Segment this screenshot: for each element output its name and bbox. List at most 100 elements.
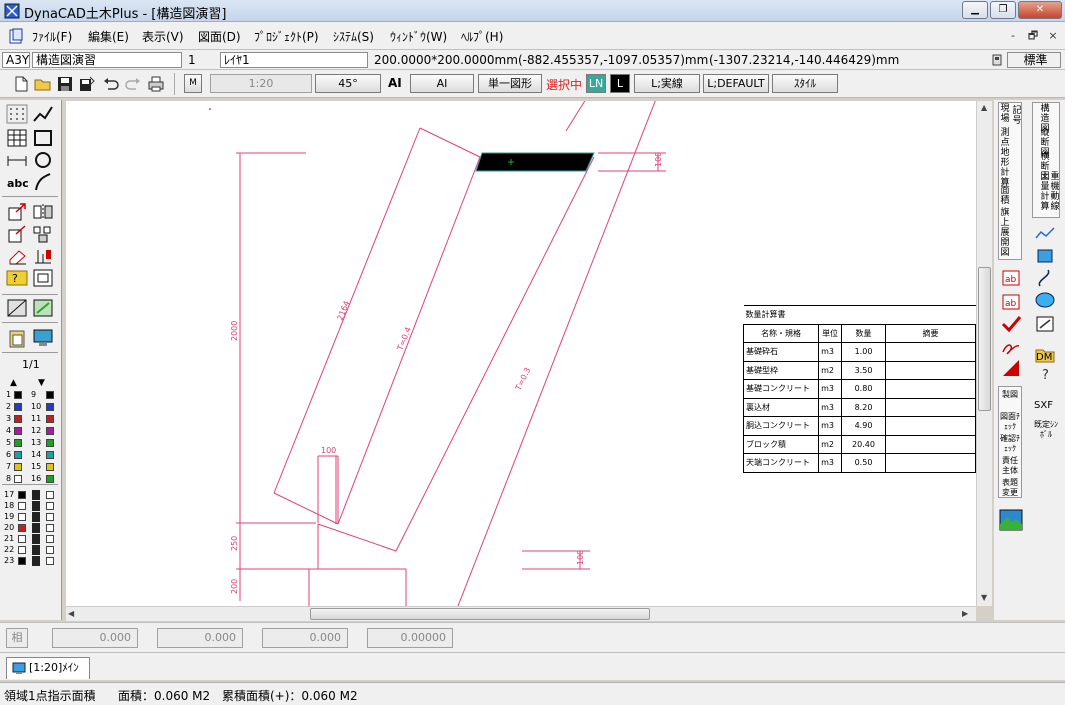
hatch-icon[interactable] bbox=[6, 128, 28, 148]
layer-row[interactable]: 19 bbox=[4, 512, 58, 522]
surface-icon[interactable] bbox=[1034, 224, 1056, 244]
menu-drawing[interactable]: 図面(D) bbox=[198, 28, 241, 45]
block-icon[interactable] bbox=[1034, 246, 1056, 266]
layer-visibility-bar[interactable] bbox=[32, 512, 40, 522]
layer-row[interactable]: 7 15 bbox=[4, 462, 58, 472]
text-icon[interactable]: abc bbox=[6, 172, 28, 192]
text-edit-icon[interactable]: ab bbox=[1000, 292, 1022, 312]
open-folder-icon[interactable] bbox=[34, 75, 52, 93]
cloud-icon[interactable] bbox=[1034, 290, 1056, 310]
monitor-icon[interactable] bbox=[32, 328, 54, 348]
scroll-left-arrow[interactable]: ◀ bbox=[68, 609, 74, 618]
layer-row[interactable]: 22 bbox=[4, 545, 58, 555]
properties-icon[interactable] bbox=[32, 268, 54, 288]
tool-earthwork[interactable]: 土量計算 bbox=[1040, 172, 1050, 212]
undo-icon[interactable] bbox=[102, 75, 120, 93]
mdi-minimize-button[interactable]: - bbox=[1004, 28, 1022, 44]
coord-z-field[interactable]: 0.000 bbox=[262, 628, 348, 648]
eraser-icon[interactable] bbox=[6, 246, 28, 266]
sketch-icon[interactable] bbox=[1000, 336, 1022, 356]
lock-icon[interactable] bbox=[991, 54, 1003, 66]
layer-row[interactable]: 2 10 bbox=[4, 402, 58, 412]
close-button[interactable]: ✕ bbox=[1018, 1, 1062, 19]
curve-icon[interactable] bbox=[1034, 268, 1056, 288]
new-file-icon[interactable] bbox=[12, 75, 30, 93]
layer-visibility-bar[interactable] bbox=[32, 501, 40, 511]
layer-color-swatch[interactable] bbox=[46, 451, 54, 459]
layer-row[interactable]: 8 16 bbox=[4, 474, 58, 484]
layer-row[interactable]: 4 12 bbox=[4, 426, 58, 436]
layer-row[interactable]: 18 bbox=[4, 501, 58, 511]
layer-row[interactable]: 23 bbox=[4, 556, 58, 566]
layer-color-swatch[interactable] bbox=[46, 391, 54, 399]
layer-color-swatch[interactable] bbox=[14, 463, 22, 471]
layer-lock-box[interactable] bbox=[46, 502, 54, 510]
relative-toggle[interactable]: 相 bbox=[6, 628, 28, 648]
drawing-canvas[interactable]: 2000 2164 T=0.4 T=0.3 100 100 100 250 20… bbox=[66, 101, 976, 606]
check-tool-4[interactable]: 表題変更 bbox=[1000, 478, 1020, 498]
layer-row[interactable]: 19 bbox=[4, 390, 58, 400]
mdi-close-button[interactable]: × bbox=[1044, 28, 1062, 44]
mdi-restore-button[interactable]: 🗗 bbox=[1024, 28, 1042, 44]
horizontal-scrollbar[interactable]: ◀ ▶ bbox=[66, 606, 976, 621]
tool-area[interactable]: 面積 bbox=[1000, 186, 1010, 206]
layer-row[interactable]: 5 13 bbox=[4, 438, 58, 448]
sxf-label[interactable]: SXF bbox=[1034, 400, 1053, 411]
tool-field[interactable]: 現場 bbox=[1000, 104, 1010, 124]
save-as-icon[interactable] bbox=[78, 75, 96, 93]
text-ab-icon[interactable]: ab bbox=[1000, 268, 1022, 288]
horizontal-scroll-thumb[interactable] bbox=[310, 608, 650, 620]
layer-color-swatch[interactable] bbox=[14, 451, 22, 459]
layer-up-button[interactable]: ▲ bbox=[10, 378, 17, 388]
layer-color-swatch[interactable] bbox=[18, 491, 26, 499]
circle-icon[interactable] bbox=[32, 150, 54, 170]
layer-lock-box[interactable] bbox=[46, 513, 54, 521]
menu-project[interactable]: ﾌﾟﾛｼﾞｪｸﾄ(P) bbox=[254, 28, 319, 45]
menu-file[interactable]: ﾌｧｲﾙ(F) bbox=[32, 28, 72, 45]
layer-color-swatch[interactable] bbox=[14, 415, 22, 423]
check-icon[interactable] bbox=[1000, 314, 1022, 334]
layer-row[interactable]: 17 bbox=[4, 490, 58, 500]
tool-flag[interactable]: 旗上 bbox=[1000, 208, 1010, 228]
layer-row[interactable]: 20 bbox=[4, 523, 58, 533]
coord-y-field[interactable]: 0.000 bbox=[157, 628, 243, 648]
check-tool-2[interactable]: 確認ﾁｪｯｸ bbox=[1000, 434, 1020, 454]
layer-color-swatch[interactable] bbox=[18, 524, 26, 532]
dimension-icon[interactable] bbox=[6, 150, 28, 170]
layer-visibility-bar[interactable] bbox=[32, 490, 40, 500]
layer-color-swatch[interactable] bbox=[46, 439, 54, 447]
rectangle-icon[interactable] bbox=[32, 128, 54, 148]
ai-button[interactable]: AI bbox=[410, 74, 474, 93]
layer-down-button[interactable]: ▼ bbox=[38, 378, 45, 388]
query-icon[interactable]: ? bbox=[6, 268, 28, 288]
layer-edit-icon[interactable] bbox=[32, 298, 54, 318]
restore-button[interactable]: ❐ bbox=[990, 1, 1016, 19]
default-symbol-label[interactable]: 既定ｼﾝﾎﾞﾙ bbox=[1034, 420, 1058, 440]
vertical-scrollbar[interactable]: ▲ ▼ bbox=[976, 101, 992, 606]
layer-lock-box[interactable] bbox=[46, 557, 54, 565]
layer-view-icon[interactable] bbox=[6, 298, 28, 318]
layer-color-swatch[interactable] bbox=[14, 391, 22, 399]
ln-button[interactable]: LN bbox=[586, 74, 606, 93]
redo-icon[interactable] bbox=[124, 75, 142, 93]
layer-row[interactable]: 3 11 bbox=[4, 414, 58, 424]
layer-color-swatch[interactable] bbox=[18, 502, 26, 510]
vertical-scroll-thumb[interactable] bbox=[978, 267, 991, 411]
landscape-icon[interactable] bbox=[998, 508, 1024, 532]
trim-icon[interactable] bbox=[32, 246, 54, 266]
print-icon[interactable] bbox=[147, 75, 165, 93]
layer-default-button[interactable]: L;DEFAULT bbox=[703, 74, 769, 93]
minimize-button[interactable]: ▁ bbox=[962, 1, 988, 19]
scale-field[interactable]: 1:20 bbox=[210, 74, 312, 93]
linetype-button[interactable]: L;実線 bbox=[634, 74, 700, 93]
layer-lock-box[interactable] bbox=[46, 524, 54, 532]
coping-selection[interactable] bbox=[475, 152, 595, 172]
tool-symbol[interactable]: 記号 bbox=[1012, 106, 1022, 126]
layer-color-swatch[interactable] bbox=[14, 403, 22, 411]
scroll-right-arrow[interactable]: ▶ bbox=[962, 609, 968, 618]
copy-icon[interactable] bbox=[6, 224, 28, 244]
layer-color-swatch[interactable] bbox=[18, 535, 26, 543]
layer-color-swatch[interactable] bbox=[18, 513, 26, 521]
mirror-icon[interactable] bbox=[32, 202, 54, 222]
menu-help[interactable]: ﾍﾙﾌﾟ(H) bbox=[461, 28, 503, 45]
